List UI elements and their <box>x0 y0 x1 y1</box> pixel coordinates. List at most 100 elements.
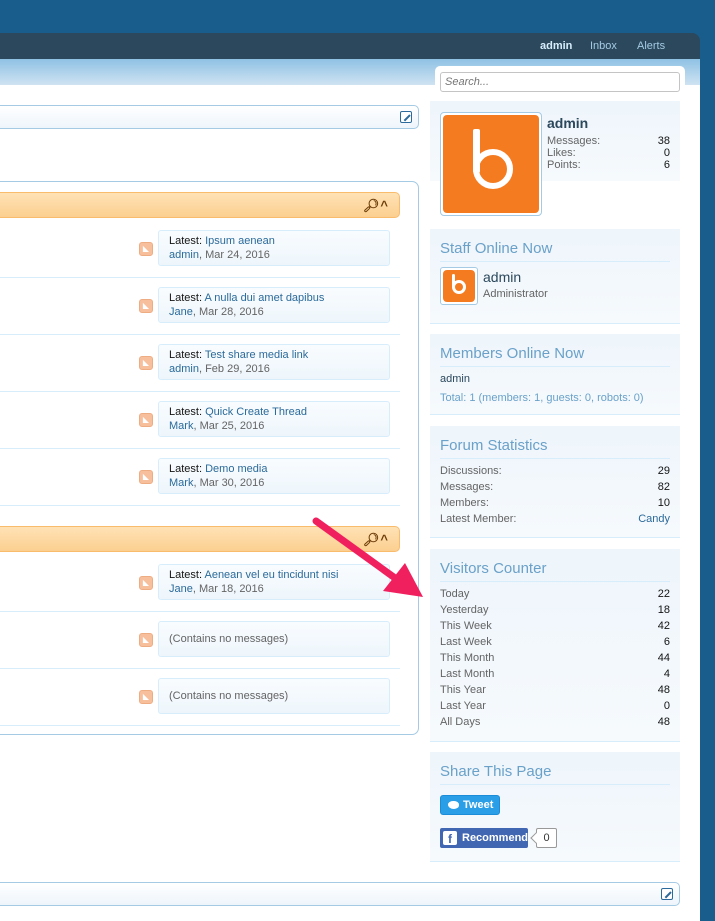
stat-row: Last Week 6 <box>440 636 670 652</box>
node-divider <box>0 668 400 669</box>
heading-rule <box>440 366 670 367</box>
last-post-title-link[interactable]: Ipsum aenean <box>205 235 275 247</box>
avatar-b-logo-icon <box>443 115 539 213</box>
stat-row: All Days 48 <box>440 716 670 732</box>
stat-row: Messages: 82 <box>440 481 670 497</box>
stat-label: Messages: <box>440 481 494 493</box>
block-heading: Forum Statistics <box>440 437 548 454</box>
last-post: Latest: Demo media Mark, Mar 30, 2016 <box>158 458 390 494</box>
latest-label: Latest: <box>169 235 203 247</box>
stat-value: 6 <box>663 159 670 171</box>
online-total-text: Total: 1 (members: 1, guests: 0, robots:… <box>440 392 644 404</box>
stat-value: 0 <box>663 147 670 159</box>
last-post: (Contains no messages) <box>158 621 390 657</box>
stat-label: Today <box>440 588 470 600</box>
staff-member-title: Administrator <box>483 288 548 300</box>
stat-row: Latest Member: Candy <box>440 513 670 529</box>
forum-list: 🔎︎^ ◣ Latest: Ipsum aenean admin, Mar 24… <box>0 181 419 735</box>
nav-user-link[interactable]: admin <box>540 40 572 52</box>
members-online-block: Members Online Now admin Total: 1 (membe… <box>430 334 680 415</box>
rss-icon[interactable]: ◣ <box>139 413 153 427</box>
recommend-count: 0 <box>536 828 557 848</box>
rss-icon[interactable]: ◣ <box>139 633 153 647</box>
last-post-date: , Mar 18, 2016 <box>192 583 264 595</box>
heading-rule <box>440 784 670 785</box>
search-bar <box>435 66 685 101</box>
stat-label: Yesterday <box>440 604 489 616</box>
category-strip[interactable]: 🔎︎^ <box>0 526 400 552</box>
block-heading: Visitors Counter <box>440 560 547 577</box>
stat-value: 6 <box>663 636 670 648</box>
rss-icon[interactable]: ◣ <box>139 356 153 370</box>
stat-value: 10 <box>657 497 670 509</box>
rss-icon[interactable]: ◣ <box>139 470 153 484</box>
heading-rule <box>440 581 670 582</box>
rss-icon[interactable]: ◣ <box>139 299 153 313</box>
latest-label: Latest: <box>169 463 203 475</box>
search-input[interactable] <box>440 72 680 92</box>
category-strip[interactable]: 🔎︎^ <box>0 192 400 218</box>
stat-label: This Week <box>440 620 492 632</box>
block-heading: Share This Page <box>440 763 552 780</box>
last-post-user-link[interactable]: Jane <box>169 306 193 318</box>
stat-row: This Year 48 <box>440 684 670 700</box>
rss-icon[interactable]: ◣ <box>139 690 153 704</box>
last-post-title-link[interactable]: Quick Create Thread <box>205 406 307 418</box>
last-post-user-link[interactable]: Jane <box>169 583 193 595</box>
nav-alerts-link[interactable]: Alerts <box>637 40 665 52</box>
stat-value: 22 <box>657 588 670 600</box>
nav-inbox-link[interactable]: Inbox <box>590 40 617 52</box>
last-post: Latest: Aenean vel eu tincidunt nisi Jan… <box>158 564 390 600</box>
facebook-f-icon: f <box>443 831 457 846</box>
facebook-recommend-button[interactable]: f Recommend <box>440 828 528 848</box>
latest-label: Latest: <box>169 569 203 581</box>
stat-value: 82 <box>657 481 670 493</box>
node-divider <box>0 505 400 506</box>
last-post-title-link[interactable]: Test share media link <box>205 349 308 361</box>
jump-to-icon[interactable] <box>661 888 673 900</box>
latest-label: Latest: <box>169 349 203 361</box>
latest-label: Latest: <box>169 292 203 304</box>
tweet-button[interactable]: Tweet <box>440 795 500 815</box>
latest-member-link[interactable]: Candy <box>638 513 670 525</box>
last-post-user-link[interactable]: admin <box>169 249 199 261</box>
visitor-username[interactable]: admin <box>547 115 588 131</box>
stat-label: Members: <box>440 497 489 509</box>
stat-value: 42 <box>657 620 670 632</box>
stat-value: 38 <box>657 135 670 147</box>
tweet-label: Tweet <box>463 799 494 811</box>
avatar[interactable] <box>440 267 478 305</box>
jump-to-icon[interactable] <box>400 111 412 123</box>
stat-row: Yesterday 18 <box>440 604 670 620</box>
forum-statistics-block: Forum Statistics Discussions: 29 Messages… <box>430 426 680 538</box>
no-messages-text: (Contains no messages) <box>169 690 289 702</box>
stat-value: 4 <box>663 668 670 680</box>
block-heading: Members Online Now <box>440 345 585 362</box>
last-post: Latest: A nulla dui amet dapibus Jane, M… <box>158 287 390 323</box>
online-member-link[interactable]: admin <box>440 373 470 385</box>
breadcrumb-top <box>0 105 419 129</box>
stat-label: All Days <box>440 716 481 728</box>
stat-label: Latest Member: <box>440 513 517 525</box>
last-post-user-link[interactable]: Mark <box>169 477 193 489</box>
last-post-date: , Mar 30, 2016 <box>193 477 265 489</box>
stat-value: 18 <box>657 604 670 616</box>
heading-rule <box>440 261 670 262</box>
stat-label: This Year <box>440 684 486 696</box>
last-post-user-link[interactable]: admin <box>169 363 199 375</box>
last-post-title-link[interactable]: Aenean vel eu tincidunt nisi <box>204 569 338 581</box>
node-divider <box>0 334 400 335</box>
staff-member-name[interactable]: admin <box>483 269 521 285</box>
last-post-title-link[interactable]: Demo media <box>205 463 267 475</box>
rss-icon[interactable]: ◣ <box>139 576 153 590</box>
stat-value: 29 <box>657 465 670 477</box>
avatar-b-logo-icon <box>443 270 475 302</box>
last-post-user-link[interactable]: Mark <box>169 420 193 432</box>
last-post: Latest: Test share media link admin, Feb… <box>158 344 390 380</box>
avatar[interactable] <box>440 112 542 216</box>
category-search-collapse-icon[interactable]: 🔎︎^ <box>363 532 389 548</box>
last-post-title-link[interactable]: A nulla dui amet dapibus <box>204 292 324 304</box>
stat-row: Members: 10 <box>440 497 670 513</box>
category-search-collapse-icon[interactable]: 🔎︎^ <box>363 198 389 214</box>
rss-icon[interactable]: ◣ <box>139 242 153 256</box>
